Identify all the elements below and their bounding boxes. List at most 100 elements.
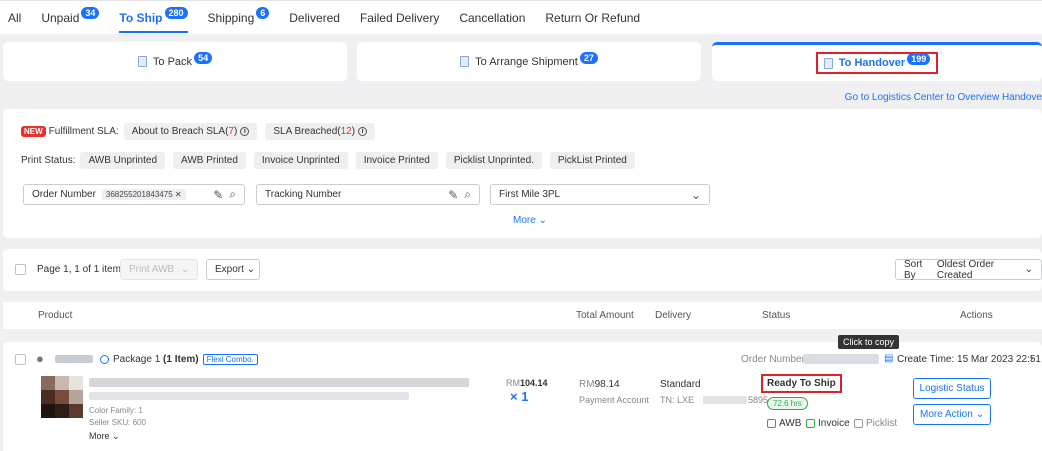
total-amount: RM98.14 bbox=[579, 379, 620, 390]
subtab-count-badge: 54 bbox=[194, 51, 213, 64]
tab-return-or-refund[interactable]: Return Or Refund bbox=[545, 1, 640, 35]
col-total-amount: Total Amount bbox=[576, 310, 634, 321]
tab-delivered[interactable]: Delivered bbox=[289, 1, 340, 35]
sla-label: Fulfillment SLA: bbox=[48, 126, 119, 137]
handover-highlight: To Handover 199 bbox=[815, 52, 939, 74]
chip-invoice-unprinted[interactable]: Invoice Unprinted bbox=[253, 152, 348, 169]
user-icon: ● bbox=[36, 351, 44, 366]
quantity: × 1 bbox=[510, 389, 529, 404]
tab-all[interactable]: All bbox=[8, 1, 21, 35]
info-icon: i bbox=[240, 127, 250, 136]
col-delivery: Delivery bbox=[655, 310, 692, 321]
first-mile-select[interactable]: First Mile 3PL ⌄ bbox=[490, 184, 710, 205]
order-status-tabs: All Unpaid 34 To Ship 280 Shipping 6 Delive… bbox=[0, 0, 1042, 34]
bulk-action-bar: Page 1, 1 of 1 item Print AWB ⌄ Export ⌄ … bbox=[3, 249, 1042, 291]
chip-awb-printed[interactable]: AWB Printed bbox=[173, 152, 246, 169]
search-icon[interactable]: ⌕ bbox=[229, 187, 236, 202]
col-status: Status bbox=[762, 310, 791, 321]
print-awb-button[interactable]: Print AWB ⌄ bbox=[120, 259, 198, 280]
picklist-print-link[interactable]: Picklist bbox=[854, 418, 897, 429]
invoice-print-link[interactable]: Invoice bbox=[806, 418, 850, 429]
awb-print-link[interactable]: AWB bbox=[767, 418, 801, 429]
tab-count-badge: 280 bbox=[164, 6, 188, 19]
tab-count-badge: 6 bbox=[256, 6, 270, 19]
tracking-number-tail: 5895 bbox=[748, 395, 769, 405]
order-number-label: Order Number: bbox=[741, 354, 808, 365]
redacted-buyer-name bbox=[55, 355, 93, 363]
status-badge: Ready To Ship bbox=[761, 374, 842, 393]
tab-count-badge: 34 bbox=[81, 6, 100, 19]
logistic-status-button[interactable]: Logistic Status bbox=[913, 378, 991, 399]
copy-icon[interactable]: ▤ bbox=[884, 353, 893, 364]
print-status-row: Print Status: AWB Unprinted AWB Printed … bbox=[21, 152, 643, 169]
redacted-product-name[interactable] bbox=[89, 378, 469, 387]
sort-select[interactable]: Sort By Oldest Order Created ⌄ bbox=[895, 259, 1042, 281]
logistics-center-link[interactable]: Go to Logistics Center to Overview Hando… bbox=[845, 92, 1042, 103]
redacted-order-number[interactable] bbox=[803, 354, 879, 364]
order-number-token[interactable]: 368255201843475 ✕ bbox=[101, 189, 186, 200]
select-all-checkbox[interactable] bbox=[15, 264, 26, 275]
chip-picklist-unprinted[interactable]: Picklist Unprinted. bbox=[445, 152, 542, 169]
tab-to-ship[interactable]: To Ship 280 bbox=[119, 1, 188, 35]
redacted-product-name-line2 bbox=[89, 392, 409, 400]
table-header: Product Total Amount Delivery Status Act… bbox=[3, 302, 1042, 329]
package-icon bbox=[137, 56, 147, 67]
chevron-down-icon: ⌄ bbox=[690, 187, 701, 202]
page-info: Page 1, 1 of 1 item bbox=[37, 264, 121, 275]
col-actions: Actions bbox=[960, 310, 993, 321]
to-ship-subtabs: To Pack 54 To Arrange Shipment 27 To Han… bbox=[3, 42, 1042, 81]
printer-icon bbox=[767, 419, 776, 428]
more-details-toggle[interactable]: More ⌄ bbox=[89, 431, 120, 442]
printer-icon bbox=[854, 419, 863, 428]
delivery-type: Standard bbox=[660, 379, 701, 390]
tab-unpaid[interactable]: Unpaid 34 bbox=[41, 1, 100, 35]
clipboard-icon bbox=[460, 56, 470, 67]
tab-failed-delivery[interactable]: Failed Delivery bbox=[360, 1, 439, 35]
redacted-tracking-number bbox=[703, 396, 747, 404]
subtab-count-badge: 199 bbox=[907, 53, 931, 65]
chevron-down-icon: ⌄ bbox=[1024, 264, 1033, 275]
tab-shipping[interactable]: Shipping 6 bbox=[208, 1, 270, 35]
new-badge: NEW bbox=[21, 126, 46, 137]
subtab-to-pack[interactable]: To Pack 54 bbox=[3, 42, 347, 81]
handover-icon bbox=[823, 57, 833, 69]
sla-hours-badge: 72.6 hrs bbox=[767, 397, 808, 410]
order-number-field[interactable]: Order Number 368255201843475 ✕ ✎ ⌕ bbox=[23, 184, 245, 205]
payment-method: Payment Account bbox=[579, 395, 650, 405]
chip-sla-breached[interactable]: SLA Breached(12) i bbox=[265, 123, 376, 140]
subtab-to-handover[interactable]: To Handover 199 bbox=[712, 42, 1042, 81]
subtab-to-arrange-shipment[interactable]: To Arrange Shipment 27 bbox=[357, 42, 701, 81]
chip-about-to-breach[interactable]: About to Breach SLA(7) i bbox=[123, 123, 258, 140]
order-card: ● Package 1 (1 Item) Flexi Combo. Order N… bbox=[3, 342, 1042, 451]
product-thumbnail[interactable] bbox=[41, 376, 83, 418]
more-filters-toggle[interactable]: More ⌄ bbox=[513, 215, 547, 226]
color-family: Color Family: 1 bbox=[89, 406, 143, 415]
chevron-right-icon[interactable]: › bbox=[1030, 353, 1033, 364]
printer-icon bbox=[806, 419, 815, 428]
tab-cancellation[interactable]: Cancellation bbox=[459, 1, 525, 35]
chevron-down-icon: ⌄ bbox=[180, 264, 189, 275]
print-status-label: Print Status: bbox=[21, 155, 76, 166]
info-icon: i bbox=[358, 127, 368, 136]
edit-icon[interactable]: ✎ bbox=[213, 188, 223, 202]
order-checkbox[interactable] bbox=[15, 354, 26, 365]
chat-icon[interactable] bbox=[100, 354, 109, 364]
create-time: Create Time: 15 Mar 2023 22:51 bbox=[897, 354, 1041, 365]
tracking-number-field[interactable]: Tracking Number ✎ ⌕ bbox=[256, 184, 480, 205]
filter-panel: NEW Fulfillment SLA: About to Breach SLA… bbox=[3, 109, 1042, 238]
search-icon[interactable]: ⌕ bbox=[464, 187, 471, 202]
flexi-combo-tag: Flexi Combo. bbox=[202, 354, 258, 365]
chip-invoice-printed[interactable]: Invoice Printed bbox=[355, 152, 438, 169]
chip-picklist-printed[interactable]: PickList Printed bbox=[549, 152, 635, 169]
edit-icon[interactable]: ✎ bbox=[448, 188, 458, 202]
unit-price: RM104.14 bbox=[506, 378, 548, 388]
package-header: Package 1 (1 Item) Flexi Combo. bbox=[100, 354, 258, 365]
export-button[interactable]: Export ⌄ bbox=[206, 259, 260, 280]
tracking-number-label: TN: LXE bbox=[660, 395, 695, 405]
col-product: Product bbox=[38, 310, 73, 321]
chevron-down-icon: ⌄ bbox=[246, 264, 256, 275]
more-action-button[interactable]: More Action ⌄ bbox=[913, 404, 991, 425]
chip-awb-unprinted[interactable]: AWB Unprinted bbox=[80, 152, 166, 169]
chevron-down-icon: ⌄ bbox=[975, 409, 984, 420]
subtab-count-badge: 27 bbox=[579, 51, 598, 64]
